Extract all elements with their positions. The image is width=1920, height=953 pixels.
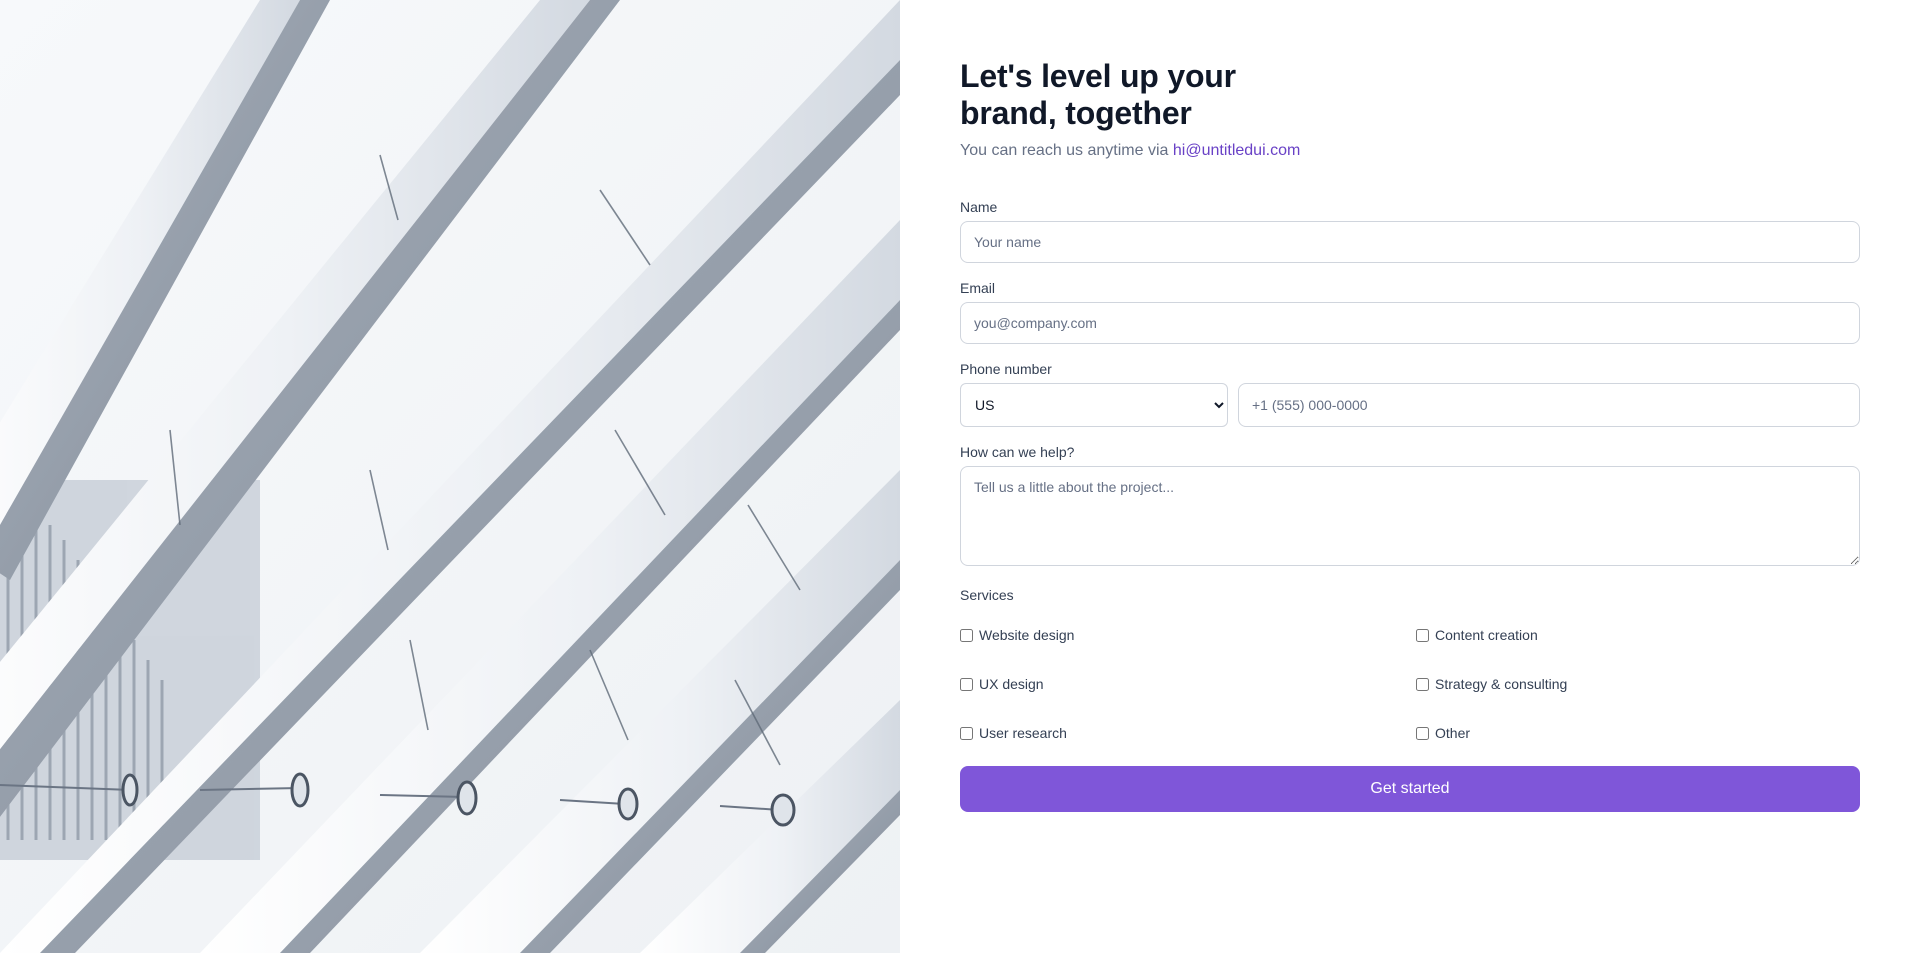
service-content-creation[interactable]: Content creation [1416,626,1860,644]
name-field-group: Name [960,199,1860,263]
subtitle-text: You can reach us anytime via [960,142,1173,159]
help-label: How can we help? [960,444,1075,460]
get-started-button[interactable]: Get started [960,766,1860,812]
name-input[interactable] [960,221,1860,263]
services-label: Services [960,587,1014,603]
service-ux-design[interactable]: UX design [960,675,1416,693]
phone-label: Phone number [960,361,1052,377]
architecture-photo [0,0,900,953]
website-design-checkbox[interactable] [960,628,973,642]
phone-field-group: Phone number US [960,361,1860,427]
service-website-design[interactable]: Website design [960,626,1416,644]
page-title: Let's level up your brand, together [960,58,1236,131]
email-link[interactable]: hi@untitledui.com [1173,142,1300,159]
other-checkbox[interactable] [1416,726,1429,740]
service-strategy-consulting[interactable]: Strategy & consulting [1416,675,1860,693]
service-label: Website design [979,627,1075,643]
content-creation-checkbox[interactable] [1416,628,1429,642]
help-textarea[interactable] [960,466,1860,566]
strategy-consulting-checkbox[interactable] [1416,677,1429,691]
service-label: Strategy & consulting [1435,676,1568,692]
phone-row: US [960,383,1860,427]
contact-form: Let's level up your brand, together You … [960,58,1860,812]
user-research-checkbox[interactable] [960,726,973,740]
service-label: UX design [979,676,1044,692]
ux-design-checkbox[interactable] [960,677,973,691]
name-label: Name [960,199,998,215]
service-label: Other [1435,725,1471,741]
subtitle: You can reach us anytime via hi@untitled… [960,141,1860,161]
email-input[interactable] [960,302,1860,344]
email-field-group: Email [960,280,1860,344]
services-grid: Website design Content creation UX desig… [960,626,1860,742]
service-label: User research [979,725,1067,741]
service-other[interactable]: Other [1416,724,1860,742]
email-label: Email [960,280,996,296]
hero-image [0,0,900,953]
service-label: Content creation [1435,627,1538,643]
contact-form-panel: Let's level up your brand, together You … [900,0,1920,953]
country-select[interactable]: US [960,383,1228,427]
service-user-research[interactable]: User research [960,724,1416,742]
phone-input[interactable] [1238,383,1860,427]
help-field-group: How can we help? [960,444,1860,571]
